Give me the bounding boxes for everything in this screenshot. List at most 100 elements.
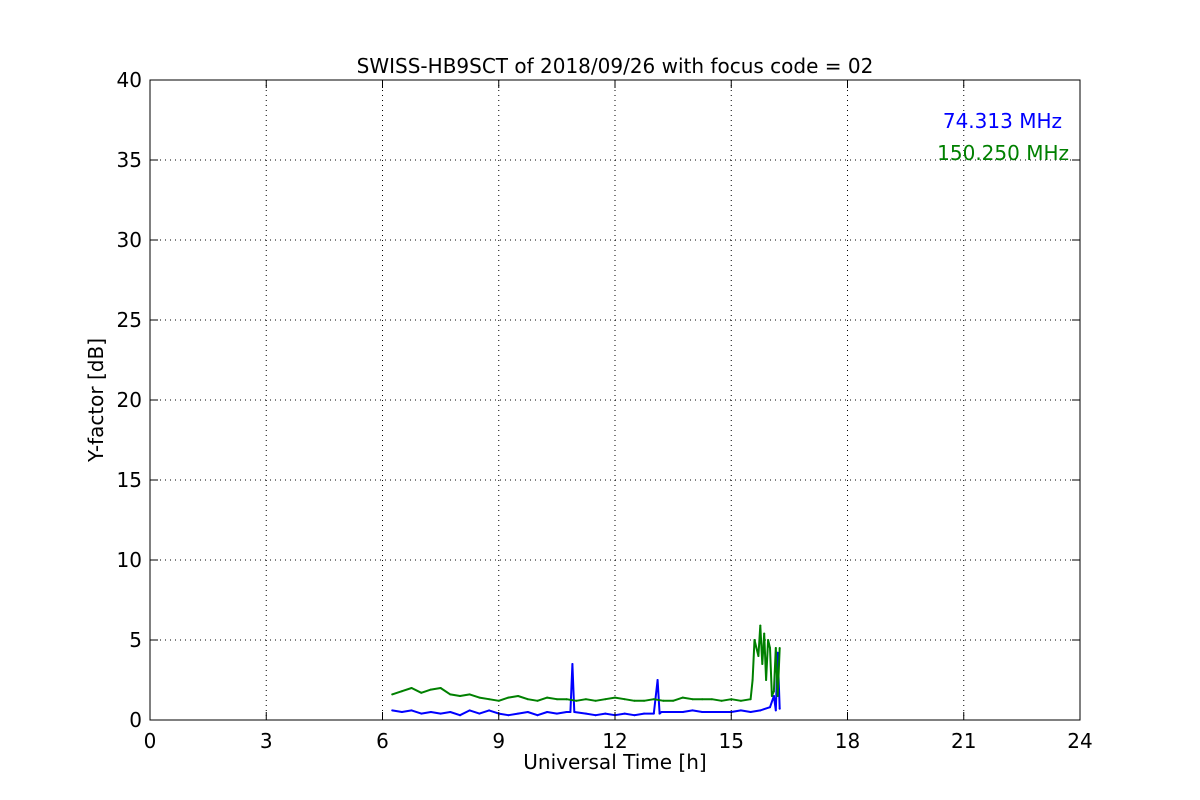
data-point-150-250-mhz xyxy=(488,698,491,701)
x-tick-label: 18 xyxy=(835,729,860,753)
data-point-74-313-mhz xyxy=(573,711,576,713)
data-point-74-313-mhz xyxy=(391,709,394,712)
y-axis-label: Y-factor [dB] xyxy=(84,338,108,463)
legend-label-150-250-mhz: 150.250 MHz xyxy=(937,141,1069,165)
data-point-74-313-mhz xyxy=(584,712,587,715)
data-point-74-313-mhz xyxy=(701,711,704,713)
data-point-74-313-mhz xyxy=(507,714,510,717)
data-point-74-313-mhz xyxy=(652,712,655,715)
data-point-74-313-mhz xyxy=(672,711,675,713)
x-tick-label: 3 xyxy=(260,729,273,753)
data-point-150-250-mhz xyxy=(751,679,754,681)
y-tick-label: 0 xyxy=(129,708,142,732)
data-point-150-250-mhz xyxy=(546,696,549,699)
data-point-74-313-mhz xyxy=(569,711,572,713)
data-point-74-313-mhz xyxy=(623,712,626,715)
data-point-74-313-mhz xyxy=(571,663,574,665)
data-point-74-313-mhz xyxy=(449,711,452,713)
x-tick-label: 21 xyxy=(951,729,976,753)
data-point-74-313-mhz xyxy=(555,712,558,715)
data-point-74-313-mhz xyxy=(774,709,777,712)
data-point-150-250-mhz xyxy=(767,639,770,641)
data-point-150-250-mhz xyxy=(517,695,520,697)
data-point-150-250-mhz xyxy=(672,699,675,702)
data-point-74-313-mhz xyxy=(565,711,568,713)
data-point-150-250-mhz xyxy=(761,663,764,665)
data-point-150-250-mhz xyxy=(507,696,510,699)
data-point-74-313-mhz xyxy=(439,712,442,715)
y-tick-label: 35 xyxy=(117,148,142,172)
data-point-150-250-mhz xyxy=(575,699,578,702)
data-point-74-313-mhz xyxy=(526,711,529,713)
data-point-74-313-mhz xyxy=(681,711,684,713)
data-point-74-313-mhz xyxy=(400,711,403,713)
x-tick-label: 0 xyxy=(144,729,157,753)
data-point-150-250-mhz xyxy=(769,647,771,649)
data-point-150-250-mhz xyxy=(565,698,568,701)
data-point-150-250-mhz xyxy=(757,655,760,657)
data-point-150-250-mhz xyxy=(429,688,432,691)
data-point-74-313-mhz xyxy=(710,711,713,713)
data-point-150-250-mhz xyxy=(652,698,655,701)
data-point-74-313-mhz xyxy=(536,714,539,717)
data-point-150-250-mhz xyxy=(662,699,665,702)
x-tick-label: 15 xyxy=(719,729,744,753)
y-tick-label: 20 xyxy=(117,388,142,412)
data-point-74-313-mhz xyxy=(459,714,461,717)
x-tick-label: 6 xyxy=(376,729,389,753)
data-point-150-250-mhz xyxy=(772,690,775,693)
data-point-150-250-mhz xyxy=(400,690,403,693)
y-tick-label: 15 xyxy=(117,468,142,492)
data-point-150-250-mhz xyxy=(391,693,394,696)
data-point-150-250-mhz xyxy=(763,632,766,635)
data-point-74-313-mhz xyxy=(759,709,762,712)
data-point-150-250-mhz xyxy=(681,696,684,699)
data-point-150-250-mhz xyxy=(623,698,626,701)
chart-title: SWISS-HB9SCT of 2018/09/26 with focus co… xyxy=(357,54,874,78)
data-point-150-250-mhz xyxy=(468,693,471,696)
data-point-150-250-mhz xyxy=(536,699,539,702)
data-point-150-250-mhz xyxy=(439,687,442,689)
data-point-150-250-mhz xyxy=(459,695,461,697)
data-point-150-250-mhz xyxy=(633,699,636,702)
data-point-74-313-mhz xyxy=(691,709,694,712)
data-point-150-250-mhz xyxy=(753,639,756,641)
data-point-150-250-mhz xyxy=(497,699,500,702)
data-point-150-250-mhz xyxy=(614,696,616,699)
data-point-74-313-mhz xyxy=(429,711,432,713)
data-point-74-313-mhz xyxy=(594,714,597,717)
data-point-150-250-mhz xyxy=(774,647,777,649)
data-point-150-250-mhz xyxy=(749,698,752,701)
data-point-150-250-mhz xyxy=(765,679,768,681)
data-point-74-313-mhz xyxy=(478,712,481,715)
data-point-150-250-mhz xyxy=(449,693,452,696)
data-point-150-250-mhz xyxy=(759,624,762,627)
data-point-74-313-mhz xyxy=(778,707,781,710)
y-tick-label: 30 xyxy=(117,228,142,252)
data-point-74-313-mhz xyxy=(420,712,423,715)
y-tick-label: 5 xyxy=(129,628,142,652)
data-point-74-313-mhz xyxy=(739,709,742,712)
data-point-150-250-mhz xyxy=(730,698,733,701)
data-point-150-250-mhz xyxy=(604,698,607,701)
data-point-150-250-mhz xyxy=(555,698,558,701)
y-tick-label: 40 xyxy=(117,68,142,92)
data-point-74-313-mhz xyxy=(656,679,659,681)
data-point-150-250-mhz xyxy=(776,695,779,697)
data-point-150-250-mhz xyxy=(739,699,742,702)
data-point-150-250-mhz xyxy=(778,647,781,649)
data-point-150-250-mhz xyxy=(526,698,529,701)
data-point-150-250-mhz xyxy=(691,698,694,701)
data-point-74-313-mhz xyxy=(546,711,549,713)
data-point-150-250-mhz xyxy=(720,699,723,702)
x-tick-label: 9 xyxy=(492,729,505,753)
data-point-150-250-mhz xyxy=(701,698,704,701)
chart: 0 3 6 9 12 15 18 21 240510152025303540 SWISS-HB9… xyxy=(0,0,1200,800)
data-point-74-313-mhz xyxy=(769,706,771,709)
y-tick-label: 10 xyxy=(117,548,142,572)
legend-label-74-313-mhz: 74.313 MHz xyxy=(943,109,1062,133)
data-point-74-313-mhz xyxy=(633,714,636,717)
data-point-150-250-mhz xyxy=(410,687,413,689)
data-point-150-250-mhz xyxy=(478,696,481,699)
data-point-74-313-mhz xyxy=(643,712,646,715)
